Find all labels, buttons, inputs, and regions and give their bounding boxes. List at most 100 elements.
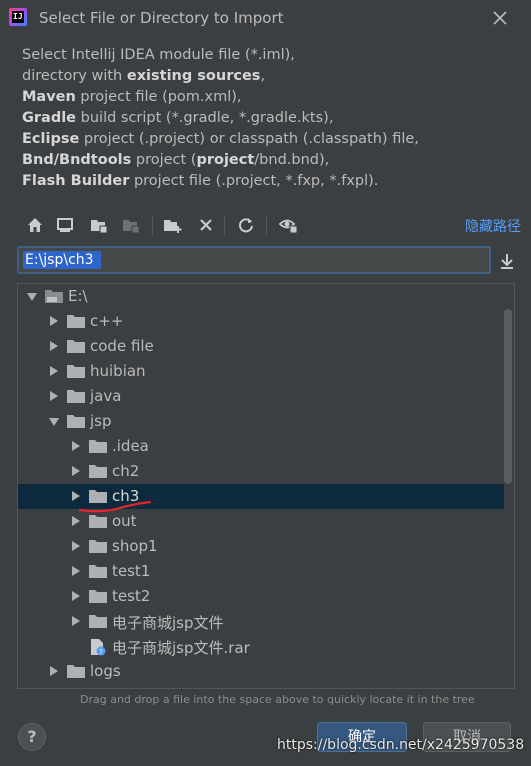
new-folder-button[interactable] — [162, 214, 184, 236]
expand-arrow-icon[interactable] — [72, 591, 80, 601]
expand-arrow-icon[interactable] — [72, 541, 80, 551]
svg-text:?: ? — [99, 648, 103, 656]
tree-row[interactable]: huibian — [18, 359, 504, 384]
home-button[interactable] — [24, 214, 46, 236]
module-folder-icon — [123, 220, 140, 234]
description-text: project (.project) or classpath (.classp… — [79, 131, 419, 147]
tree-row[interactable]: shop1 — [18, 534, 504, 559]
folder-icon — [88, 563, 108, 579]
description-keyword: Maven — [22, 89, 76, 105]
delete-button[interactable] — [195, 214, 217, 236]
help-button[interactable]: ? — [18, 723, 46, 751]
title-bar: IJ Select File or Directory to Import — [0, 0, 531, 36]
expand-arrow-icon[interactable] — [50, 366, 58, 376]
tree-row[interactable]: 电子商城jsp文件 — [18, 609, 504, 634]
tree-row[interactable]: ch2 — [18, 459, 504, 484]
tree-row-label: E:\ — [68, 287, 88, 305]
expand-arrow-icon[interactable] — [50, 391, 58, 401]
download-button[interactable] — [497, 250, 517, 272]
folder-icon — [66, 313, 86, 329]
tree-row-label: logs — [90, 662, 121, 680]
expand-arrow-icon[interactable] — [50, 316, 58, 326]
description-text: project ( — [131, 152, 197, 168]
expand-arrow-icon[interactable] — [72, 616, 80, 626]
description-keyword: Gradle — [22, 110, 77, 126]
description-line: Maven project file (pom.xml), — [22, 87, 522, 108]
desktop-icon — [57, 218, 73, 232]
show-hidden-icon — [279, 219, 298, 234]
import-description: Select Intellij IDEA module file (*.iml)… — [22, 45, 522, 192]
hide-path-link[interactable]: 隐藏路径 — [465, 216, 521, 236]
intellij-app-icon: IJ — [9, 8, 27, 26]
file-chooser-toolbar: 隐藏路径 — [16, 210, 521, 240]
description-keyword: project — [196, 152, 255, 168]
expand-arrow-icon[interactable] — [72, 566, 80, 576]
tree-row-label: test2 — [112, 587, 151, 605]
description-keyword: Bnd/Bndtools — [22, 152, 132, 168]
close-icon — [493, 11, 507, 25]
tree-row-label: ch2 — [112, 462, 140, 480]
dialog-title: Select File or Directory to Import — [39, 9, 284, 27]
description-text: directory with — [22, 68, 127, 84]
tree-row[interactable]: E:\ — [18, 284, 504, 309]
expand-arrow-icon[interactable] — [50, 341, 58, 351]
expand-arrow-icon[interactable] — [72, 516, 80, 526]
delete-icon — [200, 219, 212, 231]
tree-row[interactable]: code file — [18, 334, 504, 359]
path-field[interactable] — [17, 246, 491, 274]
project-directory-button[interactable] — [88, 214, 110, 236]
description-line: Flash Builder project file (.project, *.… — [22, 171, 522, 192]
tree-row-label: code file — [90, 337, 154, 355]
path-input[interactable] — [23, 251, 101, 269]
description-line: Bnd/Bndtools project (project/bnd.bnd), — [22, 150, 522, 171]
tree-row[interactable]: test2 — [18, 584, 504, 609]
tree-row-label: test1 — [112, 562, 151, 580]
description-text: , — [260, 68, 266, 84]
close-button[interactable] — [490, 8, 510, 28]
refresh-button[interactable] — [235, 214, 257, 236]
tree-row[interactable]: .idea — [18, 434, 504, 459]
show-hidden-files-button[interactable] — [278, 214, 300, 236]
module-directory-button[interactable] — [120, 214, 142, 236]
tree-row[interactable]: logs — [18, 659, 504, 684]
folder-icon — [66, 338, 86, 354]
description-line: Select Intellij IDEA module file (*.iml)… — [22, 45, 522, 66]
tree-row[interactable]: jsp — [18, 409, 504, 434]
tree-row-label: java — [90, 387, 122, 405]
folder-icon — [66, 388, 86, 404]
description-keyword: existing sources — [126, 68, 261, 84]
collapse-arrow-icon[interactable] — [27, 293, 37, 301]
tree-row-label: 电子商城jsp文件.rar — [112, 639, 250, 657]
new-folder-icon — [164, 220, 182, 233]
archive-file-icon: ? — [88, 638, 108, 656]
tree-row[interactable]: c++ — [18, 309, 504, 334]
description-text: project file (.project, *.fxp, *.fxpl). — [129, 173, 379, 189]
tree-row-label: c++ — [90, 312, 124, 330]
collapse-arrow-icon[interactable] — [49, 418, 59, 426]
folder-icon — [88, 613, 108, 629]
folder-icon — [88, 538, 108, 554]
folder-icon — [88, 588, 108, 604]
download-icon — [501, 254, 513, 269]
tree-row[interactable]: ? 电子商城jsp文件.rar — [18, 634, 504, 659]
folder-icon — [88, 463, 108, 479]
desktop-button[interactable] — [54, 214, 76, 236]
tree-row-label: 电子商城jsp文件 — [112, 614, 224, 632]
tree-row[interactable]: test1 — [18, 559, 504, 584]
project-folder-icon — [91, 220, 108, 234]
drag-drop-hint: Drag and drop a file into the space abov… — [80, 693, 475, 706]
file-tree[interactable]: E:\ c++ code file huibian java jsp .idea ch2 ch3… — [17, 283, 515, 689]
expand-arrow-icon[interactable] — [72, 466, 80, 476]
description-text: project file (pom.xml), — [75, 89, 242, 105]
folder-icon — [66, 413, 86, 429]
description-text: build script (*.gradle, *.gradle.kts), — [76, 110, 334, 126]
tree-row-label: .idea — [112, 437, 149, 455]
tree-row[interactable]: java — [18, 384, 504, 409]
tree-scrollbar[interactable] — [504, 309, 512, 484]
folder-icon — [66, 663, 86, 679]
expand-arrow-icon[interactable] — [72, 441, 80, 451]
description-keyword: Eclipse — [22, 131, 80, 147]
description-line: Gradle build script (*.gradle, *.gradle.… — [22, 108, 522, 129]
expand-arrow-icon[interactable] — [50, 666, 58, 676]
tree-row-label: huibian — [90, 362, 146, 380]
